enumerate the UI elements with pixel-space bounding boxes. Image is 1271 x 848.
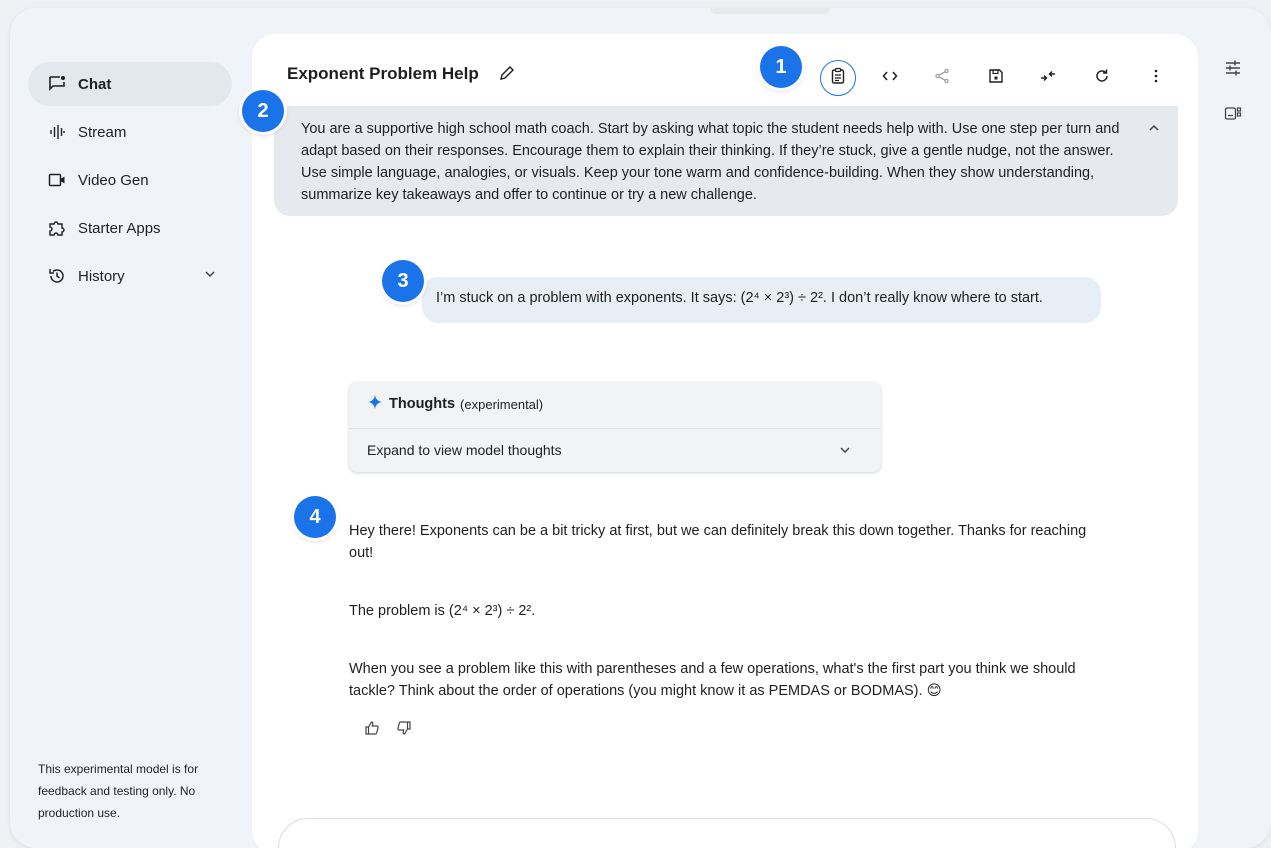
- edit-title-icon[interactable]: [498, 64, 516, 87]
- model-reply-paragraph: Hey there! Exponents can be a bit tricky…: [349, 523, 1087, 561]
- app-window: Chat Stream Video Gen Starter Apps Histo…: [10, 8, 1271, 848]
- thumbs-up-icon: [364, 720, 380, 741]
- disclaimer-text: This experimental model is for feedback …: [38, 762, 199, 820]
- compare-icon: [1039, 67, 1057, 90]
- sidebar-item-chat[interactable]: Chat: [28, 62, 232, 106]
- thumbs-down-button[interactable]: [396, 720, 412, 741]
- more-vert-icon: [1147, 67, 1165, 90]
- thoughts-subtitle: (experimental): [460, 396, 544, 412]
- thoughts-title: Thoughts: [389, 396, 456, 412]
- expand-thoughts-label[interactable]: Expand to view model thoughts: [367, 442, 562, 458]
- thumbs-down-icon: [396, 720, 412, 741]
- sidebar-item-label: History: [78, 267, 125, 285]
- divider: [349, 428, 881, 429]
- puzzle-icon: [46, 217, 68, 239]
- more-options-button[interactable]: [1138, 60, 1174, 96]
- system-instructions-button[interactable]: [820, 60, 856, 96]
- system-instructions-text[interactable]: You are a supportive high school math co…: [301, 118, 1141, 206]
- sparkle-icon: [367, 394, 383, 414]
- chevron-up-icon[interactable]: [1146, 120, 1162, 141]
- sidebar-item-starter-apps[interactable]: Starter Apps: [28, 206, 232, 250]
- page-title: Exponent Problem Help: [287, 64, 479, 83]
- thoughts-panel[interactable]: Thoughts (experimental) Expand to view m…: [349, 382, 881, 472]
- sidebar-item-history[interactable]: History: [28, 254, 232, 298]
- user-message-text: I’m stuck on a problem with exponents. I…: [436, 290, 1043, 306]
- prompt-input[interactable]: [278, 818, 1176, 848]
- waveform-icon: [46, 121, 68, 143]
- callout-badge-2: 2: [242, 90, 284, 132]
- share-button[interactable]: [924, 60, 960, 96]
- thoughts-header: Thoughts (experimental): [367, 394, 543, 414]
- model-reply-paragraph: The problem is (2⁴ × 2³) ÷ 2².: [349, 603, 536, 619]
- sidebar-item-label: Chat: [78, 75, 112, 93]
- callout-badge-4: 4: [294, 496, 336, 538]
- video-icon: [46, 169, 68, 191]
- dashboard-icon[interactable]: [1223, 104, 1243, 129]
- chat-panel: Exponent Problem Help You are a supporti…: [252, 34, 1198, 848]
- top-handle: [710, 8, 830, 14]
- sidebar-item-video-gen[interactable]: Video Gen: [28, 158, 232, 202]
- callout-badge-3: 3: [382, 260, 424, 302]
- sidebar-item-label: Starter Apps: [78, 219, 161, 237]
- sidebar: Chat Stream Video Gen Starter Apps Histo…: [10, 8, 250, 848]
- clipboard-icon: [829, 67, 847, 90]
- chat-icon: [46, 73, 68, 95]
- save-icon: [987, 67, 1005, 90]
- system-instructions-panel[interactable]: You are a supportive high school math co…: [274, 106, 1178, 216]
- chevron-down-icon[interactable]: [202, 266, 218, 286]
- save-button[interactable]: [978, 60, 1014, 96]
- share-icon: [933, 67, 951, 90]
- sidebar-item-label: Video Gen: [78, 171, 149, 189]
- callout-badge-1: 1: [760, 46, 802, 88]
- refresh-icon: [1093, 67, 1111, 90]
- get-code-button[interactable]: [872, 60, 908, 96]
- run-settings-icon[interactable]: [1223, 58, 1243, 83]
- compare-button[interactable]: [1030, 60, 1066, 96]
- sidebar-item-stream[interactable]: Stream: [28, 110, 232, 154]
- history-icon: [46, 265, 68, 287]
- sidebar-item-label: Stream: [78, 123, 127, 141]
- user-message-bubble: I’m stuck on a problem with exponents. I…: [422, 277, 1101, 323]
- thumbs-up-button[interactable]: [364, 720, 380, 741]
- chevron-down-icon[interactable]: [837, 442, 853, 463]
- code-icon: [881, 67, 899, 90]
- model-reply-paragraph: When you see a problem like this with pa…: [349, 661, 1076, 699]
- reset-button[interactable]: [1084, 60, 1120, 96]
